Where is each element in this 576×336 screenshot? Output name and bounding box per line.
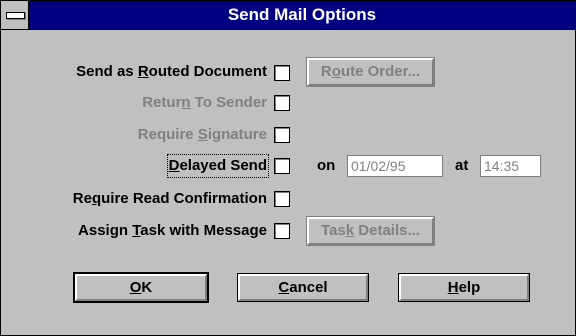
require-signature-checkbox[interactable]: [274, 127, 290, 143]
read-confirmation-label[interactable]: Require Read Confirmation: [73, 189, 267, 209]
task-details-button[interactable]: Task Details...: [306, 216, 435, 246]
delayed-send-label[interactable]: Delayed Send: [166, 154, 270, 178]
require-signature-label[interactable]: Require Signature: [138, 125, 267, 145]
delayed-at-label: at: [455, 157, 469, 174]
routed-document-label[interactable]: Send as Routed Document: [76, 62, 267, 82]
ok-button[interactable]: OK: [73, 272, 209, 303]
return-to-sender-label[interactable]: Return To Sender: [142, 93, 267, 113]
route-order-button[interactable]: Route Order...: [306, 57, 435, 87]
delayed-on-label: on: [317, 157, 336, 174]
delayed-send-checkbox[interactable]: [274, 158, 290, 174]
help-button[interactable]: Help: [398, 273, 530, 302]
delayed-time-input[interactable]: 14:35: [480, 155, 541, 177]
return-to-sender-checkbox[interactable]: [274, 95, 290, 111]
assign-task-checkbox[interactable]: [274, 223, 290, 239]
routed-document-checkbox[interactable]: [274, 65, 290, 81]
system-menu-icon: [6, 12, 25, 19]
delayed-date-input[interactable]: 01/02/95: [347, 155, 443, 177]
title-bar: Send Mail Options: [1, 1, 575, 30]
cancel-button[interactable]: Cancel: [237, 273, 369, 302]
dialog-title: Send Mail Options: [227, 5, 377, 24]
read-confirmation-checkbox[interactable]: [274, 191, 290, 207]
send-mail-options-dialog: Send Mail Options Send as Routed Documen…: [0, 0, 576, 336]
system-menu-button[interactable]: [1, 1, 29, 29]
assign-task-label[interactable]: Assign Task with Message: [78, 221, 267, 241]
